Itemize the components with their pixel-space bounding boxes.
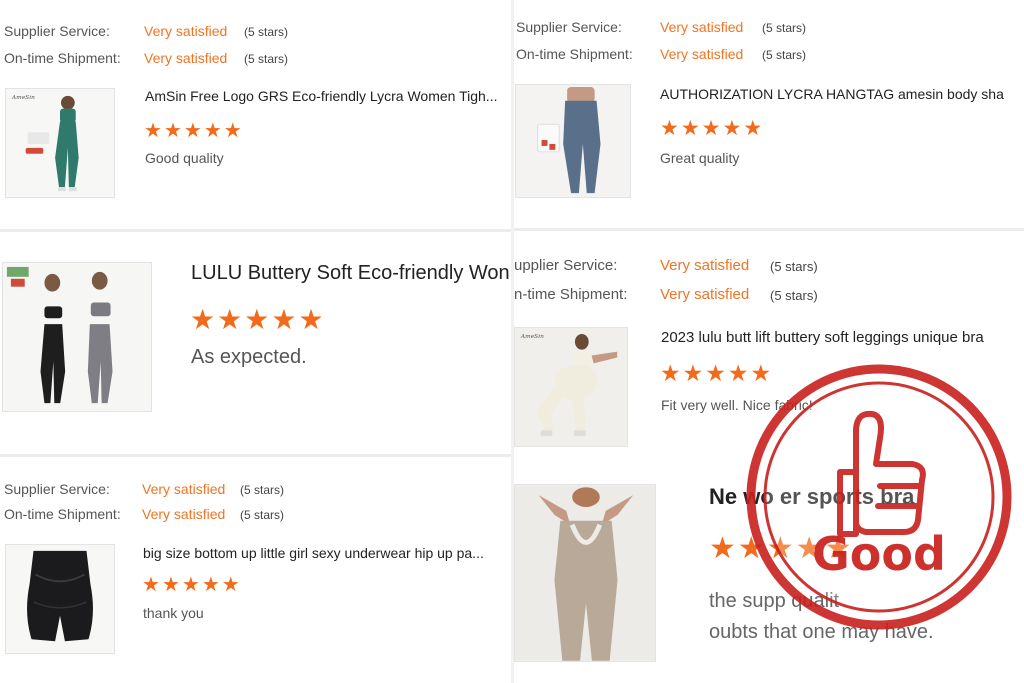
review-comment: Good quality: [145, 150, 224, 166]
shipment-value: Very satisfied: [660, 286, 750, 303]
star-icon: ★: [163, 120, 182, 142]
shipment-value: Very satisfied: [144, 50, 228, 66]
supplier-service-stars: (5 stars): [770, 259, 818, 274]
supplier-service-value: Very satisfied: [660, 257, 750, 274]
review-comment: As expected.: [191, 346, 307, 368]
review-card-1: Supplier Service: Very satisfied (5 star…: [0, 0, 511, 230]
shipment-value: Very satisfied: [660, 46, 744, 62]
star-icon: ★: [144, 120, 162, 142]
shipment-label: On-time Shipment:: [4, 50, 121, 66]
shipment-stars: (5 stars): [244, 52, 289, 66]
star-icon: ★: [660, 117, 679, 140]
star-icon: ★: [217, 304, 243, 335]
supplier-service-label: Supplier Service:: [4, 481, 110, 497]
product-image-shaping-shorts: [6, 545, 114, 653]
stamp-text: Good: [812, 527, 946, 581]
star-rating: ★ ★ ★ ★ ★: [660, 118, 764, 139]
star-icon: ★: [271, 304, 297, 335]
supplier-service-label: upplier Service:: [514, 257, 618, 274]
product-image-leggings-green: AmeSin: [6, 89, 114, 197]
star-icon: ★: [680, 117, 700, 140]
star-icon: ★: [161, 574, 180, 596]
product-thumbnail[interactable]: [2, 262, 152, 412]
star-icon: ★: [298, 304, 324, 335]
product-image-bra-leggings-set: [3, 263, 151, 411]
shipment-value: Very satisfied: [142, 506, 226, 522]
shipment-stars: (5 stars): [770, 288, 818, 303]
review-comment: thank you: [143, 605, 204, 621]
product-thumbnail[interactable]: [514, 484, 656, 662]
supplier-service-value: Very satisfied: [660, 19, 744, 35]
shipment-label: On-time Shipment:: [4, 506, 121, 522]
product-title[interactable]: AmSin Free Logo GRS Eco-friendly Lycra W…: [145, 88, 509, 104]
product-image-leggings-blue: [516, 85, 630, 197]
star-icon: ★: [722, 117, 742, 140]
star-rating: ★ ★ ★ ★ ★: [144, 121, 244, 141]
star-icon: ★: [183, 120, 202, 142]
product-image-jumpsuit: [515, 485, 655, 661]
star-icon: ★: [682, 360, 704, 386]
product-title[interactable]: big size bottom up little girl sexy unde…: [143, 545, 509, 561]
product-thumbnail[interactable]: [515, 84, 631, 198]
star-icon: ★: [244, 304, 270, 335]
supplier-service-stars: (5 stars): [762, 21, 807, 35]
star-rating: ★ ★ ★ ★ ★: [142, 575, 242, 595]
product-title[interactable]: 2023 lulu butt lift buttery soft legging…: [661, 329, 1024, 346]
star-icon: ★: [142, 574, 160, 596]
product-thumbnail[interactable]: AmeSin: [514, 327, 628, 447]
product-title[interactable]: AUTHORIZATION LYCRA HANGTAG amesin body …: [660, 86, 1024, 102]
supplier-service-label: Supplier Service:: [4, 23, 110, 39]
star-rating: ★ ★ ★ ★ ★: [190, 306, 326, 334]
star-icon: ★: [701, 117, 721, 140]
review-card-4: Supplier Service: Very satisfied (5 star…: [514, 0, 1024, 228]
svg-text:AmeSin: AmeSin: [11, 95, 35, 101]
star-icon: ★: [221, 574, 240, 596]
star-icon: ★: [223, 120, 242, 142]
supplier-service-value: Very satisfied: [144, 23, 228, 39]
supplier-service-label: Supplier Service:: [516, 19, 622, 35]
star-icon: ★: [743, 117, 763, 140]
review-comment: Great quality: [660, 150, 740, 166]
product-image-squat-leggings: AmeSin: [515, 328, 627, 446]
shipment-stars: (5 stars): [762, 48, 807, 62]
star-icon: ★: [181, 574, 200, 596]
review-card-3: Supplier Service: Very satisfied (5 star…: [0, 457, 511, 683]
supplier-service-stars: (5 stars): [244, 25, 289, 39]
product-thumbnail[interactable]: AmeSin: [5, 88, 115, 198]
shipment-label: On-time Shipment:: [516, 46, 633, 62]
svg-text:AmeSin: AmeSin: [520, 334, 544, 340]
product-title[interactable]: LULU Buttery Soft Eco-friendly Won: [191, 262, 511, 285]
star-icon: ★: [709, 532, 736, 565]
supplier-service-value: Very satisfied: [142, 481, 226, 497]
review-card-2: LULU Buttery Soft Eco-friendly Won ★ ★ ★…: [0, 232, 511, 454]
good-stamp: Good: [744, 362, 1014, 632]
product-thumbnail[interactable]: [5, 544, 115, 654]
star-icon: ★: [705, 360, 726, 386]
supplier-service-stars: (5 stars): [240, 483, 285, 497]
shipment-label: n-time Shipment:: [514, 286, 628, 303]
star-icon: ★: [201, 574, 220, 596]
shipment-stars: (5 stars): [240, 508, 285, 522]
star-icon: ★: [660, 360, 681, 386]
star-icon: ★: [190, 304, 216, 335]
star-icon: ★: [203, 120, 222, 142]
